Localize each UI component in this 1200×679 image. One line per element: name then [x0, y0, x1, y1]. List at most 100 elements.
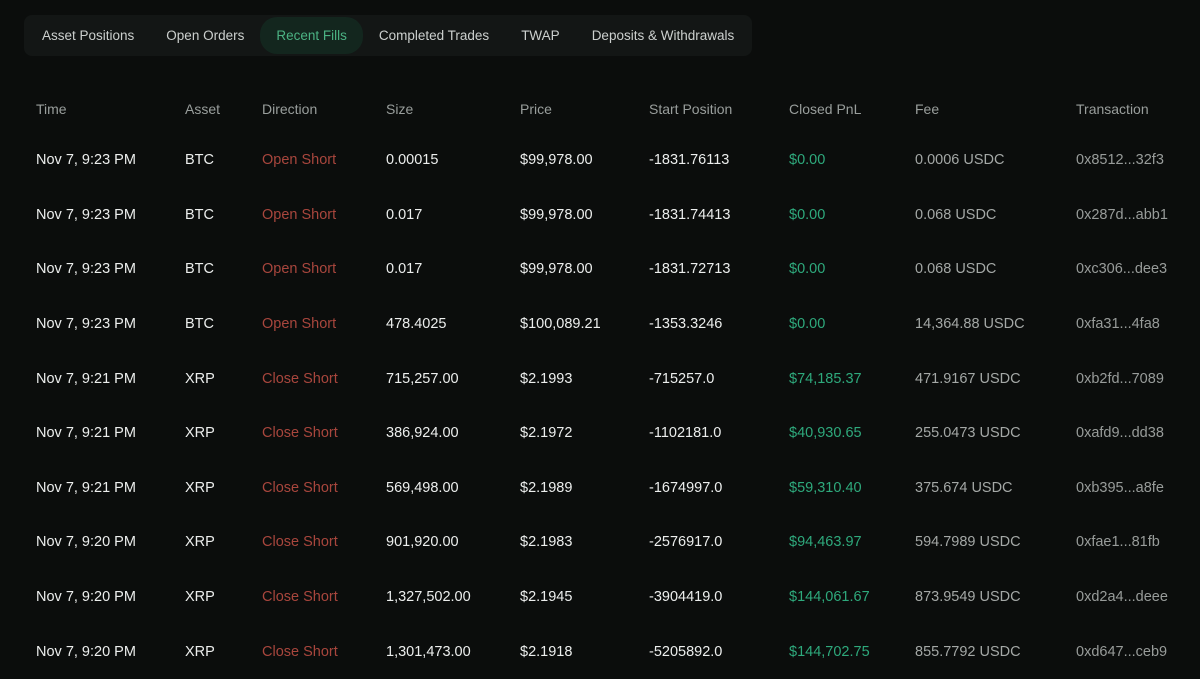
fill-start-position: -1831.76113 [649, 152, 789, 168]
fill-time: Nov 7, 9:23 PM [36, 207, 185, 223]
fill-asset: BTC [185, 316, 262, 332]
recent-fills-table: Time Asset Direction Size Price Start Po… [0, 84, 1200, 679]
fill-price: $2.1993 [520, 371, 649, 387]
fill-time: Nov 7, 9:21 PM [36, 480, 185, 496]
tab-twap[interactable]: TWAP [505, 17, 576, 54]
fill-start-position: -1102181.0 [649, 425, 789, 441]
fill-direction: Open Short [262, 207, 386, 223]
fill-size: 901,920.00 [386, 534, 520, 550]
fill-closed-pnl: $94,463.97 [789, 534, 915, 550]
fill-price: $2.1983 [520, 534, 649, 550]
fill-start-position: -3904419.0 [649, 589, 789, 605]
fill-closed-pnl: $74,185.37 [789, 371, 915, 387]
fill-size: 0.017 [386, 207, 520, 223]
fill-time: Nov 7, 9:20 PM [36, 644, 185, 660]
fill-time: Nov 7, 9:21 PM [36, 371, 185, 387]
table-header-row: Time Asset Direction Size Price Start Po… [0, 84, 1200, 133]
transaction-link[interactable]: 0xd647...ceb9 [1076, 644, 1200, 660]
fill-price: $99,978.00 [520, 152, 649, 168]
transaction-link[interactable]: 0x287d...abb1 [1076, 207, 1200, 223]
fill-direction: Close Short [262, 589, 386, 605]
transaction-link[interactable]: 0xb2fd...7089 [1076, 371, 1200, 387]
fill-time: Nov 7, 9:23 PM [36, 152, 185, 168]
fill-price: $2.1945 [520, 589, 649, 605]
fill-asset: XRP [185, 589, 262, 605]
fill-direction: Open Short [262, 316, 386, 332]
fill-asset: XRP [185, 425, 262, 441]
fill-size: 1,301,473.00 [386, 644, 520, 660]
fill-fee: 873.9549 USDC [915, 589, 1076, 605]
fill-asset: XRP [185, 480, 262, 496]
table-row: Nov 7, 9:21 PM XRP Close Short 715,257.0… [0, 351, 1200, 406]
tab-completed-trades[interactable]: Completed Trades [363, 17, 505, 54]
fill-direction: Close Short [262, 425, 386, 441]
table-row: Nov 7, 9:20 PM XRP Close Short 1,327,502… [0, 570, 1200, 625]
fill-direction: Close Short [262, 371, 386, 387]
column-header-direction: Direction [262, 101, 386, 117]
fill-start-position: -715257.0 [649, 371, 789, 387]
fill-closed-pnl: $0.00 [789, 152, 915, 168]
fill-asset: BTC [185, 207, 262, 223]
column-header-price: Price [520, 101, 649, 117]
transaction-link[interactable]: 0x8512...32f3 [1076, 152, 1200, 168]
column-header-transaction: Transaction [1076, 101, 1200, 117]
fill-time: Nov 7, 9:21 PM [36, 425, 185, 441]
transaction-link[interactable]: 0xd2a4...deee [1076, 589, 1200, 605]
tab-asset-positions[interactable]: Asset Positions [26, 17, 150, 54]
transaction-link[interactable]: 0xfa31...4fa8 [1076, 316, 1200, 332]
tab-open-orders[interactable]: Open Orders [150, 17, 260, 54]
trade-history-tabbar: Asset Positions Open Orders Recent Fills… [24, 15, 752, 56]
fill-asset: XRP [185, 371, 262, 387]
fill-fee: 375.674 USDC [915, 480, 1076, 496]
table-row: Nov 7, 9:20 PM XRP Close Short 1,301,473… [0, 624, 1200, 679]
fill-fee: 594.7989 USDC [915, 534, 1076, 550]
table-row: Nov 7, 9:21 PM XRP Close Short 569,498.0… [0, 461, 1200, 516]
table-row: Nov 7, 9:23 PM BTC Open Short 0.00015 $9… [0, 133, 1200, 188]
fill-asset: XRP [185, 644, 262, 660]
fill-price: $99,978.00 [520, 261, 649, 277]
table-row: Nov 7, 9:23 PM BTC Open Short 478.4025 $… [0, 297, 1200, 352]
fill-direction: Close Short [262, 480, 386, 496]
fill-asset: BTC [185, 152, 262, 168]
transaction-link[interactable]: 0xb395...a8fe [1076, 480, 1200, 496]
fill-fee: 471.9167 USDC [915, 371, 1076, 387]
column-header-time: Time [36, 101, 185, 117]
column-header-fee: Fee [915, 101, 1076, 117]
fill-price: $2.1989 [520, 480, 649, 496]
fill-price: $100,089.21 [520, 316, 649, 332]
fill-closed-pnl: $40,930.65 [789, 425, 915, 441]
fill-closed-pnl: $0.00 [789, 261, 915, 277]
fill-size: 478.4025 [386, 316, 520, 332]
table-body: Nov 7, 9:23 PM BTC Open Short 0.00015 $9… [0, 133, 1200, 679]
tab-recent-fills[interactable]: Recent Fills [260, 17, 363, 54]
transaction-link[interactable]: 0xc306...dee3 [1076, 261, 1200, 277]
fill-fee: 255.0473 USDC [915, 425, 1076, 441]
tab-deposits-withdrawals[interactable]: Deposits & Withdrawals [576, 17, 751, 54]
fill-price: $2.1972 [520, 425, 649, 441]
fill-fee: 0.0006 USDC [915, 152, 1076, 168]
fill-start-position: -1674997.0 [649, 480, 789, 496]
fill-start-position: -1353.3246 [649, 316, 789, 332]
fill-asset: XRP [185, 534, 262, 550]
fill-closed-pnl: $0.00 [789, 316, 915, 332]
fill-closed-pnl: $144,702.75 [789, 644, 915, 660]
fill-closed-pnl: $144,061.67 [789, 589, 915, 605]
fill-time: Nov 7, 9:23 PM [36, 261, 185, 277]
column-header-size: Size [386, 101, 520, 117]
transaction-link[interactable]: 0xafd9...dd38 [1076, 425, 1200, 441]
fill-price: $2.1918 [520, 644, 649, 660]
fill-time: Nov 7, 9:23 PM [36, 316, 185, 332]
column-header-asset: Asset [185, 101, 262, 117]
fill-size: 0.017 [386, 261, 520, 277]
fill-start-position: -1831.72713 [649, 261, 789, 277]
fill-direction: Close Short [262, 534, 386, 550]
table-row: Nov 7, 9:23 PM BTC Open Short 0.017 $99,… [0, 242, 1200, 297]
fill-fee: 855.7792 USDC [915, 644, 1076, 660]
fill-fee: 14,364.88 USDC [915, 316, 1076, 332]
fill-fee: 0.068 USDC [915, 207, 1076, 223]
table-row: Nov 7, 9:20 PM XRP Close Short 901,920.0… [0, 515, 1200, 570]
transaction-link[interactable]: 0xfae1...81fb [1076, 534, 1200, 550]
fill-price: $99,978.00 [520, 207, 649, 223]
fill-size: 386,924.00 [386, 425, 520, 441]
fill-time: Nov 7, 9:20 PM [36, 534, 185, 550]
